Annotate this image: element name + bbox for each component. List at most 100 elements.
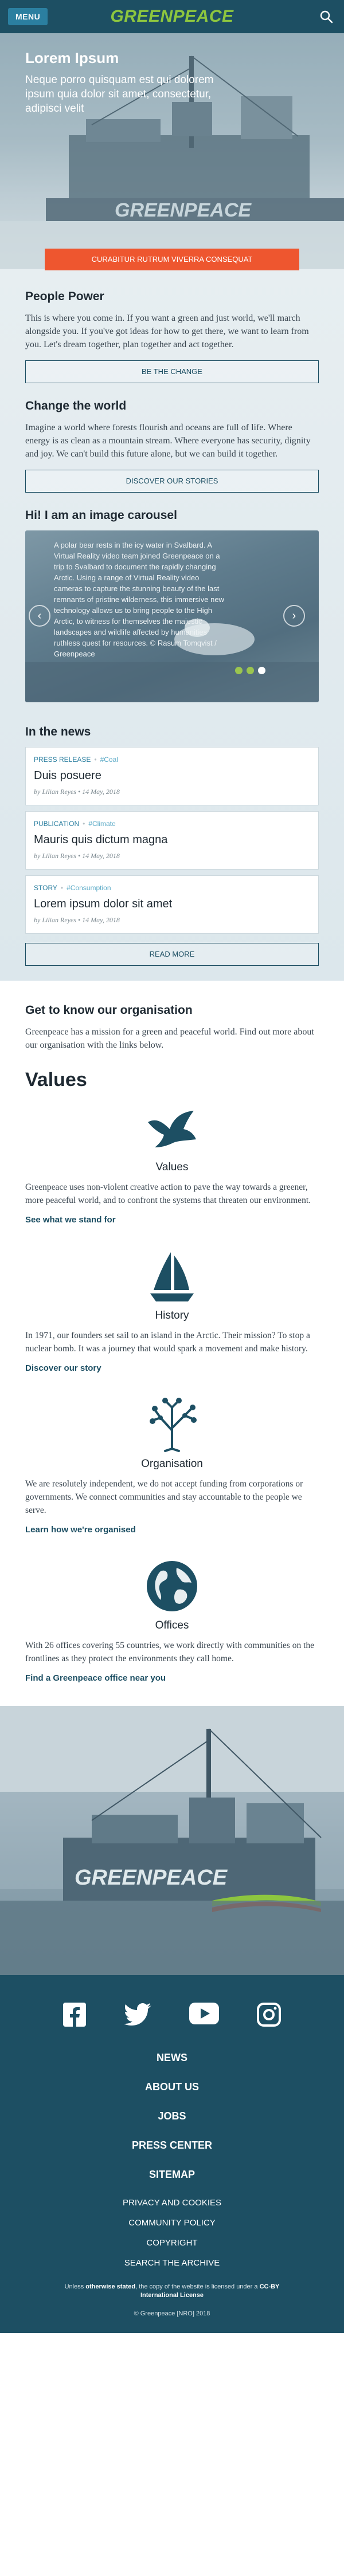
footer-sub-nav: PRIVACY AND COOKIES COMMUNITY POLICY COP… bbox=[0, 2198, 344, 2268]
dove-icon bbox=[148, 1111, 196, 1147]
chevron-right-icon: › bbox=[292, 609, 296, 622]
news-tag[interactable]: #Climate bbox=[88, 820, 115, 828]
instagram-icon[interactable] bbox=[257, 2003, 281, 2027]
menu-button[interactable]: MENU bbox=[8, 8, 48, 25]
carousel-dots bbox=[235, 667, 265, 674]
license-prefix: Unless bbox=[64, 2283, 86, 2290]
organisation-section: Get to know our organisation Greenpeace … bbox=[0, 981, 344, 1706]
social-links bbox=[0, 2003, 344, 2027]
people-power-body: This is where you come in. If you want a… bbox=[25, 313, 309, 349]
footer-link-copyright[interactable]: COPYRIGHT bbox=[0, 2238, 344, 2248]
value-body: We are resolutely independent, we do not… bbox=[25, 1479, 303, 1515]
read-more-button[interactable]: READ MORE bbox=[25, 943, 319, 966]
search-button[interactable] bbox=[316, 7, 336, 26]
value-link[interactable]: Learn how we're organised bbox=[25, 1525, 319, 1535]
news-tag[interactable]: #Consumption bbox=[67, 884, 111, 892]
carousel-dot-active[interactable] bbox=[258, 667, 265, 674]
news-section: In the news PRESS RELEASE • #Coal Duis pos… bbox=[25, 725, 319, 966]
values-heading: Values bbox=[25, 1069, 87, 1091]
news-byline: by Lilian Reyes • 14 May, 2018 bbox=[34, 916, 120, 924]
news-headline[interactable]: Duis posuere bbox=[34, 769, 310, 782]
carousel-caption: A polar bear rests in the icy water in S… bbox=[54, 541, 224, 658]
footer-link-news[interactable]: NEWS bbox=[0, 2052, 344, 2064]
change-world-body: Imagine a world where forests flourish a… bbox=[25, 423, 311, 459]
hero-title: Lorem Ipsum bbox=[25, 49, 119, 66]
news-category[interactable]: PUBLICATION bbox=[34, 820, 79, 828]
footer-link-community-policy[interactable]: COMMUNITY POLICY bbox=[0, 2218, 344, 2228]
value-label: Organisation bbox=[141, 1458, 203, 1470]
value-link[interactable]: Find a Greenpeace office near you bbox=[25, 1673, 319, 1683]
copyright-text: © Greenpeace [NRO] 2018 bbox=[134, 2310, 210, 2317]
hero-text: Lorem Ipsum Neque porro quisquam est qui… bbox=[25, 49, 243, 116]
people-power-title: People Power bbox=[25, 290, 104, 303]
license-mid: , the copy of the website is licensed un… bbox=[135, 2283, 260, 2290]
news-byline: by Lilian Reyes • 14 May, 2018 bbox=[34, 852, 120, 860]
chevron-left-icon: ‹ bbox=[37, 609, 42, 622]
youtube-icon[interactable] bbox=[189, 2003, 219, 2024]
news-tag[interactable]: #Coal bbox=[100, 756, 118, 764]
change-world-section: Change the world Imagine a world where f… bbox=[25, 399, 319, 493]
ship-banner-image: GREENPEACE bbox=[0, 1706, 344, 1975]
footer-link-about-us[interactable]: ABOUT US bbox=[0, 2081, 344, 2093]
carousel-dot[interactable] bbox=[247, 667, 254, 674]
news-category[interactable]: STORY bbox=[34, 884, 57, 892]
footer-link-press-center[interactable]: PRESS CENTER bbox=[0, 2140, 344, 2152]
news-headline[interactable]: Mauris quis dictum magna bbox=[34, 833, 310, 847]
carousel-title: Hi! I am an image carousel bbox=[25, 509, 177, 522]
main-content: People Power This is where you come in. … bbox=[0, 269, 344, 981]
value-link[interactable]: Discover our story bbox=[25, 1363, 319, 1373]
value-body: Greenpeace uses non-violent creative act… bbox=[25, 1182, 311, 1205]
value-label: History bbox=[155, 1309, 189, 1322]
news-category[interactable]: PRESS RELEASE bbox=[34, 756, 91, 764]
twitter-icon[interactable] bbox=[124, 2003, 151, 2026]
news-headline[interactable]: Lorem ipsum dolor sit amet bbox=[34, 898, 310, 911]
value-block: Offices With 26 offices covering 55 coun… bbox=[25, 1558, 319, 1683]
news-card[interactable]: STORY • #Consumption Lorem ipsum dolor sit… bbox=[25, 875, 319, 934]
tree-icon bbox=[150, 1398, 197, 1452]
footer-link-jobs[interactable]: JOBS bbox=[0, 2110, 344, 2122]
news-card[interactable]: PUBLICATION • #Climate Mauris quis dictum … bbox=[25, 811, 319, 870]
hero-subtitle: Neque porro quisquam est qui dolorem ips… bbox=[25, 74, 214, 115]
value-block: Values Greenpeace uses non-violent creat… bbox=[25, 1099, 319, 1225]
meta-separator: • bbox=[94, 756, 97, 764]
news-meta: STORY • #Consumption bbox=[34, 884, 310, 892]
hero-cta-button[interactable]: CURABITUR RUTRUM VIVERRA CONSEQUAT bbox=[45, 249, 299, 270]
site-header: MENU GREENPEACE bbox=[0, 0, 344, 33]
search-icon bbox=[320, 10, 333, 23]
news-byline: by Lilian Reyes • 14 May, 2018 bbox=[34, 788, 120, 796]
carousel-dot[interactable] bbox=[235, 667, 243, 674]
value-label: Values bbox=[155, 1161, 189, 1173]
news-meta: PRESS RELEASE • #Coal bbox=[34, 756, 310, 764]
news-title: In the news bbox=[25, 725, 91, 738]
site-footer: NEWS ABOUT US JOBS PRESS CENTER SITEMAP … bbox=[0, 1975, 344, 2333]
hero: GREENPEACE Lorem Ipsum Neque porro quisq… bbox=[0, 33, 344, 269]
be-the-change-button[interactable]: BE THE CHANGE bbox=[25, 360, 319, 383]
globe-icon bbox=[147, 1561, 197, 1611]
license-text: Unless otherwise stated, the copy of the… bbox=[52, 2283, 292, 2300]
facebook-icon[interactable] bbox=[63, 2003, 86, 2027]
value-block: Organisation We are resolutely independe… bbox=[25, 1396, 319, 1535]
carousel-section: Hi! I am an image carousel A polar bear … bbox=[25, 509, 319, 702]
footer-nav: NEWS ABOUT US JOBS PRESS CENTER SITEMAP bbox=[0, 2052, 344, 2181]
news-meta: PUBLICATION • #Climate bbox=[34, 820, 310, 828]
carousel-prev-button[interactable]: ‹ bbox=[29, 605, 50, 627]
value-label: Offices bbox=[155, 1619, 189, 1631]
banner-ship-logo: GREENPEACE bbox=[75, 1866, 228, 1890]
sailboat-icon bbox=[150, 1252, 194, 1301]
footer-link-search-archive[interactable]: SEARCH THE ARCHIVE bbox=[0, 2258, 344, 2268]
meta-separator: • bbox=[83, 820, 85, 828]
value-block: History In 1971, our founders set sail t… bbox=[25, 1248, 319, 1373]
ship-banner: GREENPEACE bbox=[0, 1706, 344, 1975]
carousel-next-button[interactable]: › bbox=[283, 605, 305, 627]
people-power-section: People Power This is where you come in. … bbox=[25, 290, 319, 383]
image-carousel: A polar bear rests in the icy water in S… bbox=[25, 530, 319, 702]
organisation-title: Get to know our organisation bbox=[25, 1004, 193, 1017]
license-link-otherwise[interactable]: otherwise stated bbox=[85, 2283, 135, 2290]
change-world-title: Change the world bbox=[25, 399, 127, 412]
footer-link-sitemap[interactable]: SITEMAP bbox=[0, 2169, 344, 2181]
value-link[interactable]: See what we stand for bbox=[25, 1215, 319, 1225]
greenpeace-logo[interactable]: GREENPEACE bbox=[110, 7, 233, 26]
discover-stories-button[interactable]: DISCOVER OUR STORIES bbox=[25, 470, 319, 493]
news-card[interactable]: PRESS RELEASE • #Coal Duis posuere by Lili… bbox=[25, 747, 319, 805]
footer-link-privacy[interactable]: PRIVACY AND COOKIES bbox=[0, 2198, 344, 2208]
